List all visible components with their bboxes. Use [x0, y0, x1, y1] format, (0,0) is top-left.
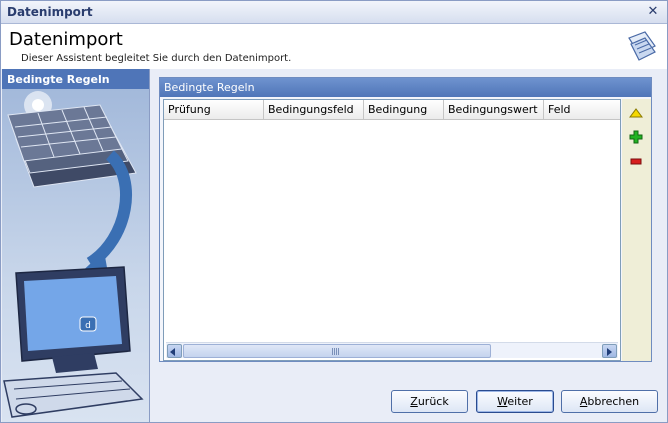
column-header-feld[interactable]: Feld [544, 100, 620, 120]
scroll-left-arrow[interactable] [167, 344, 182, 358]
column-header-bedingungswert[interactable]: Bedingungswert [444, 100, 544, 120]
scroll-right-arrow[interactable] [602, 344, 617, 358]
group-title: Bedingte Regeln [164, 81, 255, 94]
rule-tools-panel [622, 99, 651, 361]
column-header-pruefung[interactable]: Prüfung [164, 100, 264, 120]
rules-grid[interactable]: Prüfung Bedingungsfeld Bedingung Bedingu… [163, 99, 621, 361]
add-icon[interactable] [628, 129, 644, 145]
column-header-bedingung[interactable]: Bedingung [364, 100, 444, 120]
wizard-header: Datenimport Dieser Assistent begleitet S… [1, 24, 667, 69]
column-header-bedingungsfeld[interactable]: Bedingungsfeld [264, 100, 364, 120]
page-title: Datenimport [9, 29, 123, 50]
next-button[interactable]: Weiter [476, 390, 554, 413]
left-panel-title: Bedingte Regeln [7, 73, 110, 86]
title-bar: Datenimport ✕ [1, 1, 667, 24]
group-header: Bedingte Regeln [160, 78, 651, 97]
page-subtitle: Dieser Assistent begleitet Sie durch den… [21, 53, 292, 64]
conditional-rules-group: Bedingte Regeln Prüfung Bedingungsfeld B… [159, 77, 652, 362]
grid-header: Prüfung Bedingungsfeld Bedingung Bedingu… [164, 100, 620, 120]
window-title: Datenimport [7, 5, 93, 19]
back-button[interactable]: Zurück [391, 390, 468, 413]
horizontal-scrollbar[interactable] [166, 342, 618, 358]
svg-text:d: d [85, 321, 91, 331]
remove-icon[interactable] [628, 153, 644, 169]
scroll-thumb[interactable] [183, 344, 491, 358]
cancel-button[interactable]: Abbrechen [561, 390, 658, 413]
scroll-grip-icon [332, 348, 340, 355]
wizard-window: Datenimport ✕ Datenimport Dieser Assiste… [0, 0, 668, 423]
import-illustration: d [2, 69, 149, 418]
close-icon[interactable]: ✕ [645, 3, 661, 21]
move-up-icon[interactable] [628, 105, 644, 121]
wizard-icon [628, 31, 656, 61]
left-panel: d Bedingte Regeln [2, 69, 150, 422]
